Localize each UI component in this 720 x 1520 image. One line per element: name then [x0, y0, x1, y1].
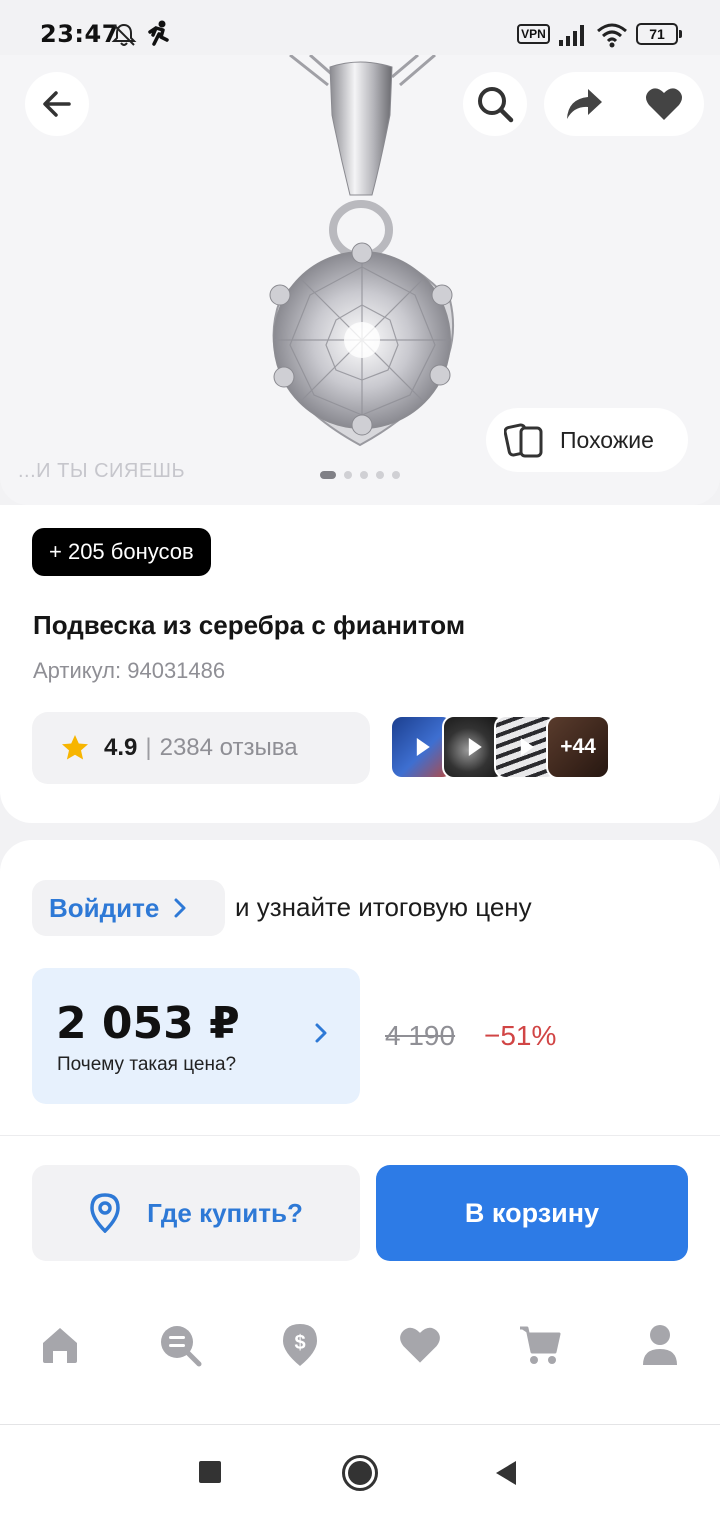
product-info-card: + 205 бонусов Подвеска из серебра с фиан… [0, 505, 720, 823]
battery-level: 71 [649, 26, 665, 42]
old-price: 4 190 [385, 1020, 456, 1051]
search-button[interactable] [463, 72, 527, 136]
bell-off-icon [111, 23, 137, 46]
similar-cards-icon [504, 423, 543, 458]
review-media-more[interactable]: +44 [546, 715, 610, 779]
battery-tip [679, 30, 682, 38]
share-icon [567, 89, 602, 119]
status-bar: 23:47 VPN 71 [0, 0, 720, 60]
similar-button[interactable]: Похожие [486, 408, 688, 472]
pagination-dot[interactable] [360, 471, 368, 479]
play-icon [520, 738, 534, 756]
why-price-link: Почему такая цена? [57, 1054, 237, 1075]
search-icon [478, 87, 514, 123]
nav-favorites[interactable] [395, 1320, 445, 1370]
pagination-dot[interactable] [344, 471, 352, 479]
rating-button[interactable]: 4.9 | 2384 отзыва [32, 712, 370, 784]
where-to-buy-label: Где купить? [147, 1197, 303, 1228]
location-pin-icon [90, 1193, 120, 1233]
price-card: Войдите и узнайте итоговую цену 2 053 ₽ … [0, 840, 720, 1140]
where-to-buy-button[interactable]: Где купить? [32, 1165, 360, 1261]
back-system-icon[interactable] [494, 1459, 518, 1487]
nav-cart[interactable] [515, 1320, 565, 1370]
nav-offers[interactable]: $ [275, 1320, 325, 1370]
heart-icon [646, 88, 682, 120]
back-button[interactable] [25, 72, 89, 136]
play-icon [416, 738, 430, 756]
login-hint: и узнайте итоговую цену [235, 892, 532, 922]
similar-label: Похожие [560, 426, 654, 453]
system-navigation-bar [0, 1425, 720, 1520]
catalog-search-icon [161, 1326, 202, 1367]
star-icon [62, 735, 88, 760]
pagination-dot[interactable] [320, 471, 336, 479]
product-gallery[interactable]: Похожие ...И ТЫ СИЯЕШЬ [0, 55, 720, 505]
login-label: Войдите [49, 892, 160, 923]
bottom-navigation: $ [0, 1285, 720, 1425]
favorite-button[interactable] [624, 72, 704, 136]
discount-badge: −51% [484, 1020, 557, 1051]
add-to-cart-button[interactable]: В корзину [376, 1165, 688, 1261]
play-icon [468, 738, 482, 756]
product-title: Подвеска из серебра с фианитом [33, 610, 466, 640]
home-system-dot [348, 1461, 372, 1485]
heart-icon [400, 1327, 440, 1363]
status-time: 23:47 [40, 20, 119, 48]
media-more-count: +44 [548, 717, 608, 777]
cart-icon [520, 1326, 561, 1364]
pagination-dot[interactable] [376, 471, 384, 479]
rating-separator: | [145, 734, 152, 761]
login-button[interactable]: Войдите [32, 880, 225, 936]
chevron-right-icon [315, 1023, 327, 1043]
current-price: 2 053 ₽ [56, 998, 240, 1049]
gallery-pagination [320, 471, 400, 479]
nav-catalog[interactable] [155, 1320, 205, 1370]
dollar-pin-icon: $ [283, 1324, 317, 1366]
battery-icon: 71 [636, 23, 678, 45]
signal-icon [559, 25, 584, 46]
review-media-strip[interactable]: +44 [390, 715, 610, 779]
home-icon [43, 1328, 77, 1363]
nav-home[interactable] [35, 1320, 85, 1370]
share-button[interactable] [544, 72, 624, 136]
chevron-right-icon [174, 898, 186, 918]
wifi-icon [597, 23, 627, 48]
bonus-badge: + 205 бонусов [32, 528, 211, 576]
rating-value: 4.9 [104, 734, 138, 761]
user-icon [643, 1325, 677, 1365]
arrow-left-icon [43, 91, 71, 117]
share-favorite-group [544, 72, 704, 136]
reviews-count: 2384 отзыва [159, 734, 298, 761]
product-sku: Артикул: 94031486 [33, 658, 226, 683]
vpn-badge: VPN [517, 24, 550, 44]
running-person-icon [148, 20, 169, 46]
product-image [269, 55, 455, 447]
brand-watermark: ...И ТЫ СИЯЕШЬ [18, 460, 186, 482]
home-system-button[interactable] [342, 1455, 378, 1491]
pagination-dot[interactable] [392, 471, 400, 479]
nav-profile[interactable] [635, 1320, 685, 1370]
price-box[interactable]: 2 053 ₽ Почему такая цена? [32, 968, 360, 1104]
action-bar: Где купить? В корзину [0, 1135, 720, 1285]
svg-text:$: $ [294, 1332, 305, 1354]
recents-button[interactable] [199, 1461, 221, 1483]
